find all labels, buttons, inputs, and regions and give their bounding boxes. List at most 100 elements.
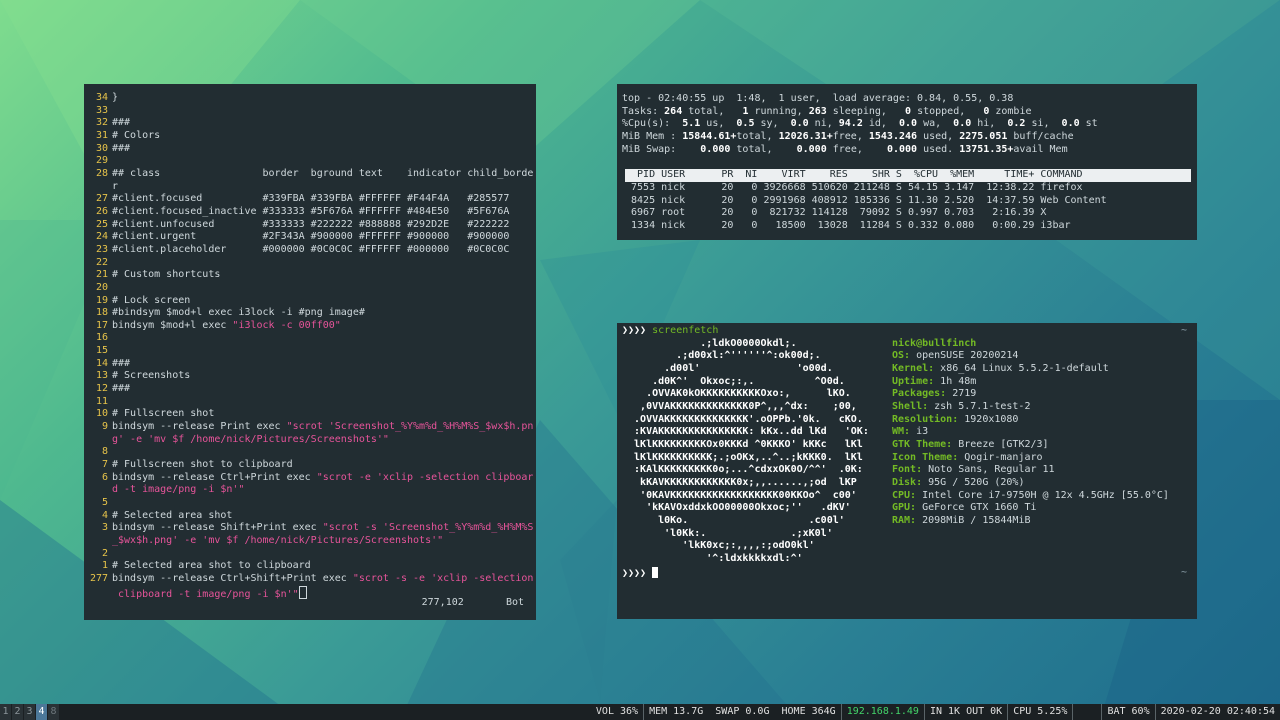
status-block: CPU 5.25% [1007, 704, 1072, 720]
line-number: 26 [95, 205, 108, 217]
line-number: 29 [95, 155, 108, 167]
system-info: GPU: GeForce GTX 1660 Ti [892, 502, 1037, 515]
editor-line: 2 [88, 548, 532, 561]
process-row[interactable]: 7553 nick 20 0 3926668 510620 211248 S 5… [622, 182, 1192, 195]
stat-value: 2275.051 [959, 130, 1008, 142]
line-number [88, 484, 108, 497]
stat-value: 5.1 [682, 118, 701, 130]
screenfetch-row: 'kKAVOxddxkOO00000Okxoc;'' .dKV' GPU: GeF… [622, 502, 1192, 515]
screenfetch-row: .OVVAK0kOKKKKKKKKKKOxo:, lKO. Packages: 2… [622, 388, 1192, 401]
stat-value: 0.2 [1007, 118, 1026, 130]
editor-line: 18 #bindsym $mod+l exec i3lock -i #png im… [88, 307, 532, 320]
line-code: bindsym $mod+l exec "i3lock -c 00ff00" [112, 319, 341, 331]
line-code: ## class border bground text indicator c… [112, 167, 534, 179]
screenfetch-output: .;ldkO0000Okdl;. nick@bullfinch .;d00xl:^… [622, 338, 1192, 566]
scroll-position: Bot [505, 597, 524, 609]
line-number: 18 [95, 307, 108, 319]
info-value: Noto Sans, Regular 11 [922, 464, 1055, 476]
line-code: # Fullscreen shot to clipboard [112, 459, 293, 471]
info-value: 2098MiB / 15844MiB [916, 514, 1031, 526]
workspace-button-4[interactable]: 4 [36, 704, 47, 720]
stat-label: sy, [754, 118, 791, 130]
line-number: 8 [101, 446, 108, 458]
stat-label: zombie [989, 105, 1032, 117]
process-row[interactable]: 6967 root 20 0 821732 114128 79092 S 0.9… [622, 207, 1192, 220]
editor-line: g' -e 'mv $f /home/nick/Pictures/Screens… [88, 434, 532, 447]
system-info: Font: Noto Sans, Regular 11 [892, 464, 1055, 477]
workspace-button-8[interactable]: 8 [48, 704, 59, 720]
tilde-indicator: ~ [1180, 325, 1187, 336]
string-literal: "scrot -s -e 'xclip -selection [352, 572, 534, 584]
string-literal: d -t image/png -i $n'" [112, 484, 245, 496]
top-window[interactable]: top - 02:40:55 up 1:48, 1 user, load ave… [617, 84, 1197, 240]
screenfetch-row: kKAVKKKKKKKKKKKK0x;,,......,;od lKP Disk:… [622, 477, 1192, 490]
workspace-button-3[interactable]: 3 [24, 704, 35, 720]
screenfetch-row: .d0K^' Okxoc;:,. ^O0d. Uptime: 1h 48m [622, 376, 1192, 389]
info-key: nick@bullfinch [892, 337, 977, 349]
status-block: MEM 13.7G SWAP 0.0G HOME 364G [643, 704, 841, 720]
stat-value: 0.000 [700, 143, 731, 155]
info-value: GeForce GTX 1660 Ti [916, 502, 1037, 514]
screenfetch-window[interactable]: ❯❯❯❯ screenfetch ~ .;ldkO0000Okdl;. nick@b… [617, 323, 1197, 619]
line-code: # Lock screen [112, 294, 191, 306]
stat-label: running, [748, 105, 809, 117]
editor-line: 13 # Screenshots [88, 370, 532, 383]
editor-line: 34} [88, 92, 532, 105]
info-key: RAM: [892, 514, 917, 526]
ascii-logo-line: lKlKKKKKKKKKOx0KKKd ^0KKKO' kKKc lKl [622, 438, 863, 450]
string-literal: "i3lock -c 00ff00" [232, 319, 341, 331]
stat-label: wa, [917, 118, 954, 130]
top-swap-line: MiB Swap: 0.000 total, 0.000 free, 0.000… [622, 144, 1192, 157]
line-code: r [112, 180, 119, 192]
tilde-indicator: ~ [1180, 567, 1187, 579]
editor-line: 10 # Fullscreen shot [88, 408, 532, 421]
editor-content[interactable]: 34} 33 32 ### 31 # Colors 30 ### 29 28 ## class bo… [88, 92, 534, 601]
editor-ruler: 277,102 Bot [422, 597, 524, 610]
ascii-logo-line: .OVVAK0kOKKKKKKKKKKOxo:, lKO. [622, 388, 851, 400]
stat-value: 0.000 [796, 143, 827, 155]
stat-label: total, [682, 105, 743, 117]
info-key: Icon Theme: [892, 451, 959, 463]
workspace-button-1[interactable]: 1 [0, 704, 11, 720]
cursor-position: 277,102 [421, 597, 464, 609]
info-key: WM: [892, 426, 911, 438]
line-number: 19 [95, 294, 108, 306]
editor-window[interactable]: 34} 33 32 ### 31 # Colors 30 ### 29 28 ## class bo… [84, 84, 536, 620]
editor-line: 5 [88, 497, 532, 510]
status-block: VOL 36% [595, 706, 639, 717]
stat-value: 1543.246 [868, 130, 918, 142]
process-row[interactable]: 1334 nick 20 0 18500 13028 11284 S 0.332… [622, 220, 1192, 233]
screenfetch-row: lKlKKKKKKKKKK;.;oOKx,..^..;kKKK0. lKl Ico… [622, 452, 1192, 465]
system-info: Packages: 2719 [892, 388, 976, 401]
string-literal: clipboard -t image/png -i $n'" [112, 588, 299, 600]
system-info: Icon Theme: Qogir-manjaro [892, 452, 1043, 465]
status-bar: 12348 VOL 36% MEM 13.7G SWAP 0.0G HOME 36… [0, 704, 1280, 720]
stat-label: ni, [808, 118, 839, 130]
info-key: Kernel: [892, 362, 935, 374]
stat-label: total, [736, 130, 779, 142]
workspace-button-2[interactable]: 2 [12, 704, 23, 720]
line-number: 277 [89, 572, 108, 584]
editor-line: 14 ### [88, 358, 532, 371]
active-prompt-line[interactable]: ❯❯❯❯ ~ [622, 567, 1192, 581]
line-code: # Custom shortcuts [112, 269, 221, 281]
stat-label: avail Mem [1013, 143, 1068, 155]
ascii-logo-line: 'l0Kk:. .;xK0l' [622, 527, 833, 539]
line-code: bindsym --release Print exec "scrot 'Scr… [112, 421, 534, 433]
editor-line: 23 #client.placeholder #000000 #0C0C0C #F… [88, 244, 532, 257]
line-code: # Selected area shot to clipboard [112, 560, 311, 572]
prompt-symbol: ❯❯❯❯ [622, 568, 647, 580]
stat-label: free, [832, 130, 869, 142]
string-literal: "scrot -s 'Screenshot_%Y%m%d_%H%M%S [322, 522, 534, 534]
line-code: d -t image/png -i $n'" [108, 484, 244, 497]
stat-label: %Cpu(s): [622, 118, 683, 130]
status-block: 192.168.1.49 [840, 704, 924, 720]
process-row[interactable]: 8425 nick 20 0 2991968 408912 185336 S 1… [622, 195, 1192, 208]
screenfetch-row: '0KAVKKKKKKKKKKKKKKKKKK00KKOo^ c00' CPU: … [622, 490, 1192, 503]
ascii-logo-line: .;d00xl:^''''''^:ok00d;. [622, 350, 821, 362]
stat-value: 263 [808, 105, 827, 117]
line-code: #client.focused_inactive #333333 #5F676A… [112, 205, 510, 217]
stat-label: st [1079, 118, 1098, 130]
